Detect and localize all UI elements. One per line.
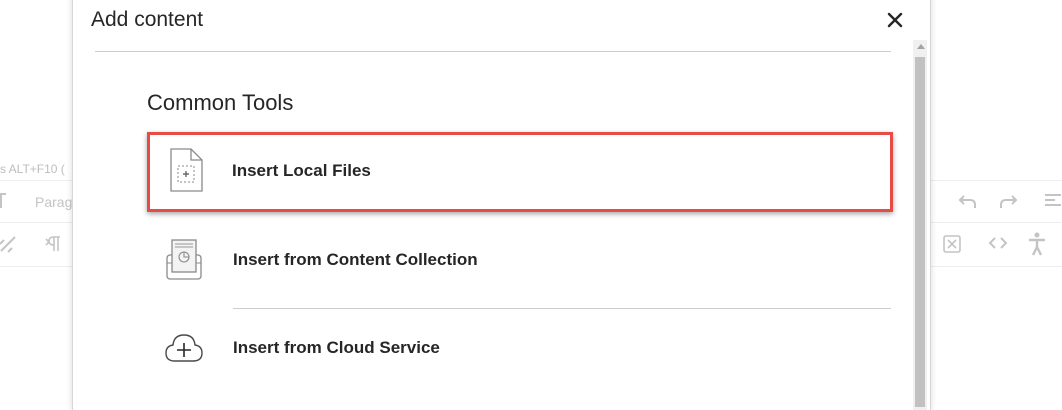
embed-media-icon[interactable] [942, 234, 962, 254]
content-collection-icon [163, 235, 205, 283]
editor-shortcut-hint: s ALT+F10 ( [0, 162, 65, 176]
header-divider [95, 51, 891, 52]
insert-local-files-button[interactable]: Insert Local Files [147, 132, 893, 212]
align-left-icon[interactable] [1044, 193, 1062, 209]
option-label: Insert Local Files [232, 161, 371, 180]
cloud-add-icon [163, 323, 205, 371]
scrollbar-thumb[interactable] [915, 57, 925, 407]
accessibility-icon[interactable] [1027, 232, 1047, 256]
file-add-icon [165, 146, 207, 194]
section-title: Common Tools [147, 90, 294, 115]
insert-content-collection-button[interactable]: Insert from Content Collection [147, 221, 891, 301]
option-label: Insert from Content Collection [233, 250, 478, 269]
dialog-title: Add content [91, 8, 204, 31]
paragraph-style-dropdown[interactable]: Parag [35, 194, 72, 210]
scroll-up-arrow-icon[interactable] [917, 44, 925, 49]
unlink-icon[interactable] [0, 234, 18, 254]
option-label: Insert from Cloud Service [233, 338, 440, 357]
undo-icon[interactable] [958, 191, 978, 211]
code-icon[interactable] [988, 235, 1008, 251]
close-icon [887, 12, 903, 28]
paragraph-mark-icon[interactable] [44, 235, 62, 253]
redo-icon[interactable] [998, 191, 1018, 211]
insert-cloud-service-button[interactable]: Insert from Cloud Service [147, 309, 891, 389]
close-button[interactable] [885, 10, 905, 32]
add-content-dialog: Add content Common Tools Insert Local Fi… [72, 0, 931, 410]
font-icon[interactable] [0, 191, 8, 211]
